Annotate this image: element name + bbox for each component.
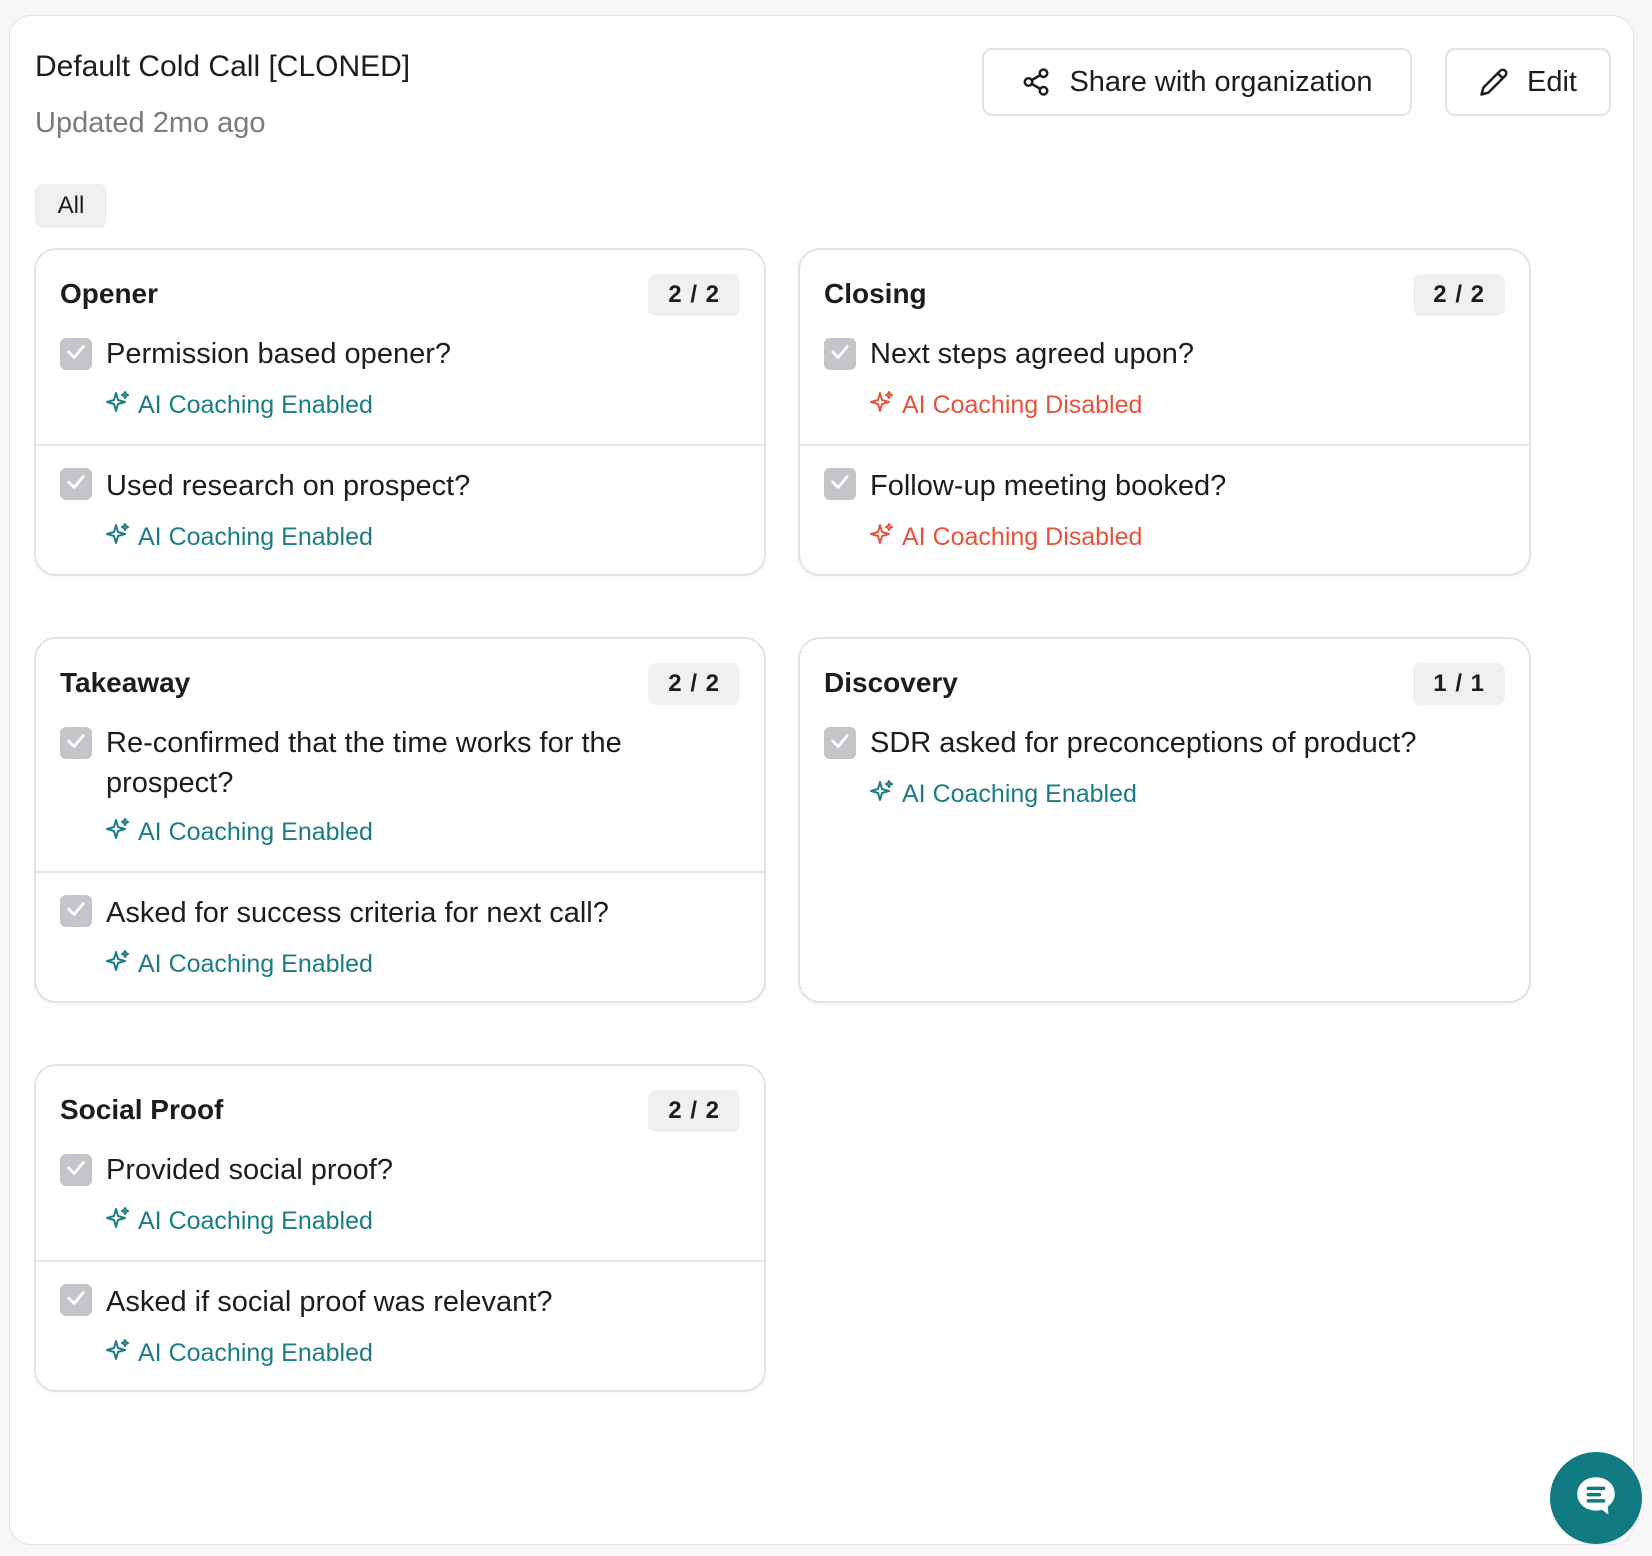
checklist-item: SDR asked for preconceptions of product?… xyxy=(800,719,1529,833)
sparkle-icon xyxy=(870,390,894,421)
item-question: Asked for success criteria for next call… xyxy=(106,897,609,929)
category-card-takeaway: Takeaway 2 / 2 Re-confirmed that the tim… xyxy=(34,637,766,1003)
share-icon xyxy=(1021,67,1051,97)
checklist-item: Asked for success criteria for next call… xyxy=(36,871,764,1005)
ai-coaching-status: AI Coaching Enabled xyxy=(106,522,373,553)
checklist-item: Next steps agreed upon? AI Coaching Disa… xyxy=(800,330,1529,444)
ai-coaching-status: AI Coaching Enabled xyxy=(106,1206,373,1237)
item-checkbox[interactable] xyxy=(60,1154,92,1186)
item-checkbox[interactable] xyxy=(60,468,92,500)
item-checkbox[interactable] xyxy=(824,338,856,370)
ai-coaching-status: AI Coaching Enabled xyxy=(106,817,373,848)
ai-coaching-status: AI Coaching Disabled xyxy=(870,390,1142,421)
item-checkbox[interactable] xyxy=(60,895,92,927)
card-title: Social Proof xyxy=(60,1094,224,1125)
checkmark-icon xyxy=(829,471,851,498)
chat-bubble-icon xyxy=(1571,1471,1621,1526)
item-question: Provided social proof? xyxy=(106,1154,393,1186)
item-checkbox[interactable] xyxy=(60,727,92,759)
share-with-organization-button[interactable]: Share with organization xyxy=(982,48,1412,116)
filter-chip-all[interactable]: All xyxy=(35,184,107,228)
sparkle-icon xyxy=(106,817,130,848)
checklist-item: Re-confirmed that the time works for the… xyxy=(36,719,764,871)
updated-timestamp: Updated 2mo ago xyxy=(35,107,266,139)
sparkle-icon xyxy=(106,1338,130,1369)
sparkle-icon xyxy=(106,390,130,421)
checkmark-icon xyxy=(65,898,87,925)
checklist-item: Follow-up meeting booked? AI Coaching Di… xyxy=(800,444,1529,578)
ai-coaching-label: AI Coaching Enabled xyxy=(902,780,1137,808)
count-badge: 2 / 2 xyxy=(1413,274,1505,316)
ai-coaching-status: AI Coaching Enabled xyxy=(106,949,373,980)
ai-coaching-label: AI Coaching Enabled xyxy=(138,818,373,846)
item-checkbox[interactable] xyxy=(824,468,856,500)
sparkle-icon xyxy=(106,522,130,553)
pencil-icon xyxy=(1479,67,1509,97)
count-badge: 2 / 2 xyxy=(648,663,740,705)
edit-button-label: Edit xyxy=(1527,65,1577,98)
ai-coaching-label: AI Coaching Enabled xyxy=(138,1339,373,1367)
ai-coaching-status: AI Coaching Enabled xyxy=(106,390,373,421)
checkmark-icon xyxy=(65,730,87,757)
checkmark-icon xyxy=(65,1287,87,1314)
item-question: Re-confirmed that the time works for the… xyxy=(106,727,622,799)
sparkle-icon xyxy=(870,779,894,810)
item-question: Permission based opener? xyxy=(106,338,451,370)
card-title: Closing xyxy=(824,278,927,309)
category-card-social-proof: Social Proof 2 / 2 Provided social proof… xyxy=(34,1064,766,1392)
ai-coaching-label: AI Coaching Enabled xyxy=(138,950,373,978)
count-badge: 1 / 1 xyxy=(1413,663,1505,705)
ai-coaching-status: AI Coaching Enabled xyxy=(106,1338,373,1369)
ai-coaching-label: AI Coaching Disabled xyxy=(902,523,1143,551)
edit-button[interactable]: Edit xyxy=(1445,48,1611,116)
checklist-item: Asked if social proof was relevant? AI C… xyxy=(36,1260,764,1394)
chat-support-button[interactable] xyxy=(1550,1452,1642,1544)
category-card-opener: Opener 2 / 2 Permission based opener? AI… xyxy=(34,248,766,576)
share-button-label: Share with organization xyxy=(1069,65,1373,98)
checkmark-icon xyxy=(829,730,851,757)
item-question: Used research on prospect? xyxy=(106,470,471,502)
count-badge: 2 / 2 xyxy=(648,1090,740,1132)
card-title: Discovery xyxy=(824,667,958,698)
sparkle-icon xyxy=(106,1206,130,1237)
item-question: Next steps agreed upon? xyxy=(870,338,1195,370)
checkmark-icon xyxy=(829,341,851,368)
scorecard-panel: Default Cold Call [CLONED] Updated 2mo a… xyxy=(9,15,1634,1545)
checkmark-icon xyxy=(65,471,87,498)
item-question: SDR asked for preconceptions of product? xyxy=(870,727,1417,759)
item-question: Asked if social proof was relevant? xyxy=(106,1286,553,1318)
item-question: Follow-up meeting booked? xyxy=(870,470,1227,502)
item-checkbox[interactable] xyxy=(824,727,856,759)
ai-coaching-label: AI Coaching Disabled xyxy=(902,391,1143,419)
count-badge: 2 / 2 xyxy=(648,274,740,316)
item-checkbox[interactable] xyxy=(60,338,92,370)
page-title: Default Cold Call [CLONED] xyxy=(35,50,411,83)
checkmark-icon xyxy=(65,341,87,368)
card-title: Takeaway xyxy=(60,667,191,698)
ai-coaching-status: AI Coaching Disabled xyxy=(870,522,1142,553)
checklist-item: Used research on prospect? AI Coaching E… xyxy=(36,444,764,578)
checklist-item: Provided social proof? AI Coaching Enabl… xyxy=(36,1146,764,1260)
ai-coaching-label: AI Coaching Enabled xyxy=(138,391,373,419)
card-title: Opener xyxy=(60,278,159,309)
ai-coaching-label: AI Coaching Enabled xyxy=(138,523,373,551)
item-checkbox[interactable] xyxy=(60,1284,92,1316)
ai-coaching-status: AI Coaching Enabled xyxy=(870,779,1137,810)
category-card-closing: Closing 2 / 2 Next steps agreed upon? AI… xyxy=(798,248,1531,576)
sparkle-icon xyxy=(106,949,130,980)
sparkle-icon xyxy=(870,522,894,553)
checkmark-icon xyxy=(65,1157,87,1184)
checklist-item: Permission based opener? AI Coaching Ena… xyxy=(36,330,764,444)
ai-coaching-label: AI Coaching Enabled xyxy=(138,1207,373,1235)
category-card-discovery: Discovery 1 / 1 SDR asked for preconcept… xyxy=(798,637,1531,1003)
